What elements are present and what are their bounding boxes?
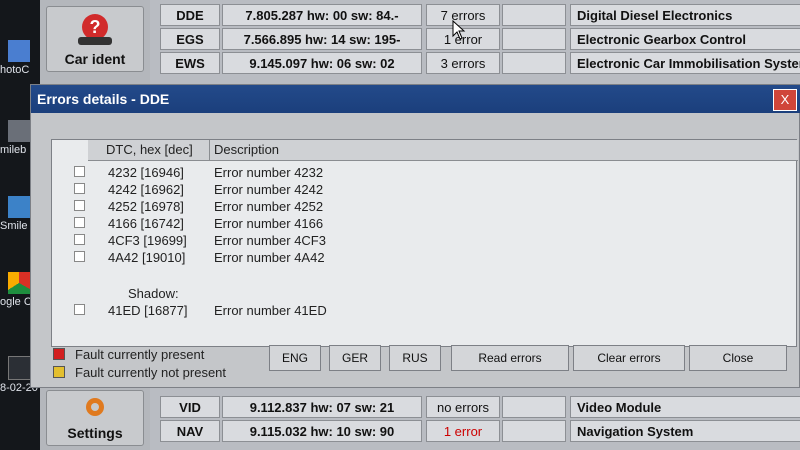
module-code: NAV xyxy=(160,420,220,442)
dtc-list-header: DTC, hex [dec] Description xyxy=(88,140,798,161)
svg-text:?: ? xyxy=(90,17,101,37)
dtc-description: Error number 4166 xyxy=(214,216,324,231)
file-icon xyxy=(8,356,32,380)
table-row[interactable]: NAV 9.115.032 hw: 10 sw: 90 1 error Navi… xyxy=(160,420,800,444)
dtc-description: Error number 4A42 xyxy=(214,250,325,265)
app-icon xyxy=(8,196,30,218)
module-extra xyxy=(502,4,566,26)
module-extra xyxy=(502,420,566,442)
dtc-description: Error number 4232 xyxy=(214,165,324,180)
dtc-description: Error number 4252 xyxy=(214,199,324,214)
row-checkbox[interactable] xyxy=(74,217,85,228)
module-description: Electronic Gearbox Control xyxy=(570,28,800,50)
module-version: 7.805.287 hw: 00 sw: 84.- xyxy=(222,4,422,26)
ger-button[interactable]: GER xyxy=(329,345,381,371)
clear-errors-button[interactable]: Clear errors xyxy=(573,345,685,371)
list-item[interactable]: 4CF3 [19699] Error number 4CF3 xyxy=(52,232,792,249)
desktop-shortcut-1[interactable]: hotoC xyxy=(0,40,40,76)
module-version: 9.112.837 hw: 07 sw: 21 xyxy=(222,396,422,418)
module-errors[interactable]: no errors xyxy=(426,396,500,418)
errors-details-dialog: Errors details - DDE X DTC, hex [dec] De… xyxy=(30,84,800,388)
module-description: Electronic Car Immobilisation System xyxy=(570,52,800,74)
gear-icon xyxy=(86,398,104,416)
module-description: Video Module xyxy=(570,396,800,418)
dialog-titlebar[interactable]: Errors details - DDE X xyxy=(31,85,800,113)
module-errors[interactable]: 3 errors xyxy=(426,52,500,74)
module-extra xyxy=(502,396,566,418)
dtc-code: 4232 [16946] xyxy=(108,165,184,180)
red-status-swatch xyxy=(53,348,65,360)
legend-present-label: Fault currently present xyxy=(75,347,205,362)
chrome-icon xyxy=(8,272,30,294)
app-icon xyxy=(8,40,30,62)
module-version: 9.115.032 hw: 10 sw: 90 xyxy=(222,420,422,442)
module-code: VID xyxy=(160,396,220,418)
list-item[interactable]: 4A42 [19010] Error number 4A42 xyxy=(52,249,792,266)
list-item[interactable]: 41ED [16877] Error number 41ED xyxy=(52,302,792,319)
dtc-code: 4166 [16742] xyxy=(108,216,184,231)
desktop-shortcut-label: hotoC xyxy=(0,64,30,76)
shadow-section-label: Shadow: xyxy=(128,286,179,301)
row-checkbox[interactable] xyxy=(74,183,85,194)
dtc-description: Error number 4242 xyxy=(214,182,324,197)
module-description: Navigation System xyxy=(570,420,800,442)
module-extra xyxy=(502,52,566,74)
desktop-shortcut-label: mileb xyxy=(0,144,27,156)
dtc-code: 4A42 [19010] xyxy=(108,250,186,265)
list-item[interactable]: 4232 [16946] Error number 4232 xyxy=(52,164,792,181)
car-ident-label: Car ident xyxy=(64,51,126,67)
rus-button[interactable]: RUS xyxy=(389,345,441,371)
settings-button[interactable]: Settings xyxy=(46,390,144,446)
settings-label: Settings xyxy=(67,425,123,441)
close-button[interactable]: Close xyxy=(689,345,787,371)
table-row[interactable]: DDE 7.805.287 hw: 00 sw: 84.- 7 errors D… xyxy=(160,4,800,28)
table-row[interactable]: VID 9.112.837 hw: 07 sw: 21 no errors Vi… xyxy=(160,396,800,420)
table-row[interactable]: EGS 7.566.895 hw: 14 sw: 195- 1 error El… xyxy=(160,28,800,52)
car-question-icon: ? xyxy=(78,14,112,45)
list-item[interactable]: 4242 [16962] Error number 4242 xyxy=(52,181,792,198)
read-errors-button[interactable]: Read errors xyxy=(451,345,569,371)
dtc-code: 41ED [16877] xyxy=(108,303,188,318)
list-item[interactable]: 4252 [16978] Error number 4252 xyxy=(52,198,792,215)
desktop-shortcut-label: ogle C xyxy=(0,296,32,308)
dtc-code: 4CF3 [19699] xyxy=(108,233,187,248)
desktop-shortcut-label: Smile xyxy=(0,220,28,232)
row-checkbox[interactable] xyxy=(74,200,85,211)
legend-present: Fault currently present xyxy=(53,347,204,362)
app-icon xyxy=(8,120,30,142)
module-code: EGS xyxy=(160,28,220,50)
column-header-dtc[interactable]: DTC, hex [dec] xyxy=(88,140,210,160)
legend-not-present: Fault currently not present xyxy=(53,365,226,380)
row-checkbox[interactable] xyxy=(74,251,85,262)
module-version: 7.566.895 hw: 14 sw: 195- xyxy=(222,28,422,50)
module-code: DDE xyxy=(160,4,220,26)
row-checkbox[interactable] xyxy=(74,234,85,245)
dtc-description: Error number 4CF3 xyxy=(214,233,326,248)
dtc-description: Error number 41ED xyxy=(214,303,327,318)
row-checkbox[interactable] xyxy=(74,166,85,177)
module-errors[interactable]: 1 error xyxy=(426,420,500,442)
module-version: 9.145.097 hw: 06 sw: 02 xyxy=(222,52,422,74)
close-icon[interactable]: X xyxy=(773,89,797,111)
yellow-status-swatch xyxy=(53,366,65,378)
row-checkbox[interactable] xyxy=(74,304,85,315)
legend-not-present-label: Fault currently not present xyxy=(75,365,227,380)
module-extra xyxy=(502,28,566,50)
dtc-list[interactable]: DTC, hex [dec] Description 4232 [16946] … xyxy=(51,139,798,347)
list-item[interactable]: 4166 [16742] Error number 4166 xyxy=(52,215,792,232)
module-description: Digital Diesel Electronics xyxy=(570,4,800,26)
column-header-description[interactable]: Description xyxy=(214,140,279,160)
dtc-code: 4252 [16978] xyxy=(108,199,184,214)
dialog-title: Errors details - DDE xyxy=(37,91,170,107)
mouse-cursor-icon xyxy=(452,20,466,40)
module-code: EWS xyxy=(160,52,220,74)
dtc-code: 4242 [16962] xyxy=(108,182,184,197)
car-ident-button[interactable]: ? Car ident xyxy=(46,6,144,72)
table-row[interactable]: EWS 9.145.097 hw: 06 sw: 02 3 errors Ele… xyxy=(160,52,800,76)
eng-button[interactable]: ENG xyxy=(269,345,321,371)
